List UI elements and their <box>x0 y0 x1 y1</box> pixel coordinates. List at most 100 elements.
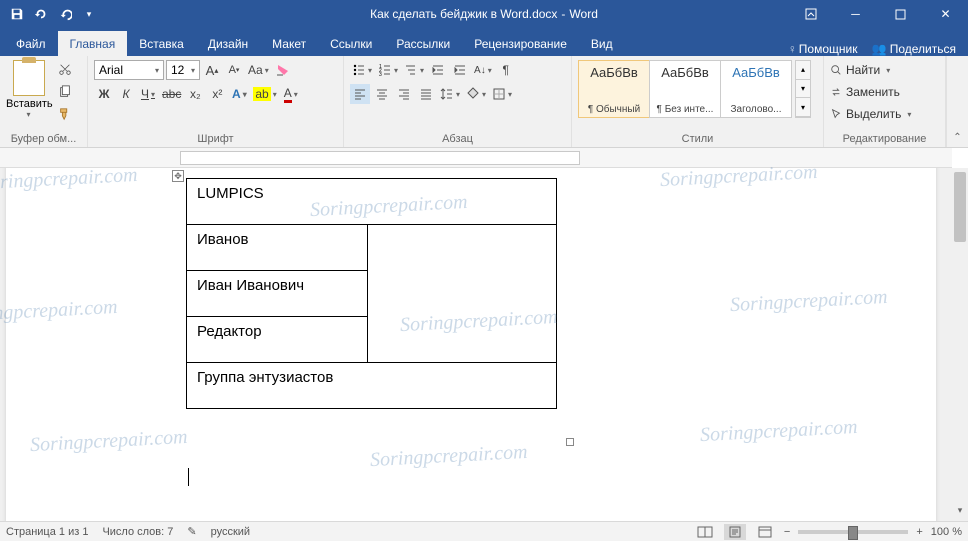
table-row: Иванов <box>187 225 557 271</box>
undo-button[interactable] <box>30 3 52 25</box>
subscript-button[interactable]: x₂ <box>185 84 205 104</box>
style-normal[interactable]: АаБбВв ¶ Обычный <box>578 60 650 118</box>
close-button[interactable]: ✕ <box>923 0 968 28</box>
table-resize-handle[interactable] <box>566 438 574 446</box>
decrease-indent-button[interactable] <box>428 60 448 80</box>
align-left-button[interactable] <box>350 84 370 104</box>
view-print-layout[interactable] <box>724 524 746 540</box>
style-no-spacing[interactable]: АаБбВв ¶ Без инте... <box>649 60 721 118</box>
horizontal-ruler[interactable] <box>0 148 952 168</box>
font-color-button[interactable]: A <box>281 84 301 104</box>
superscript-button[interactable]: x² <box>207 84 227 104</box>
group-label-clipboard: Буфер обм... <box>6 131 81 145</box>
qat-customize[interactable]: ▾ <box>78 3 100 25</box>
format-painter-button[interactable] <box>55 104 75 124</box>
tab-layout[interactable]: Макет <box>260 31 318 56</box>
cut-button[interactable] <box>55 60 75 80</box>
find-button[interactable]: Найти▾ <box>830 60 939 80</box>
select-button[interactable]: Выделить▾ <box>830 104 939 124</box>
save-button[interactable] <box>6 3 28 25</box>
text-cursor <box>188 468 189 486</box>
italic-button[interactable]: К <box>116 84 136 104</box>
view-web-layout[interactable] <box>754 524 776 540</box>
cell-company[interactable]: LUMPICS <box>187 179 557 225</box>
cell-position[interactable]: Редактор <box>187 317 368 363</box>
replace-button[interactable]: Заменить <box>830 82 939 102</box>
tab-view[interactable]: Вид <box>579 31 625 56</box>
group-label-editing: Редактирование <box>830 131 939 145</box>
cell-group[interactable]: Группа энтузиастов <box>187 363 557 409</box>
justify-button[interactable] <box>416 84 436 104</box>
group-paragraph: 123 A↓ ¶ Абзац <box>344 56 572 147</box>
borders-button[interactable] <box>490 84 514 104</box>
bullets-button[interactable] <box>350 60 374 80</box>
tell-me[interactable]: Помощник <box>788 42 858 56</box>
font-size-combo[interactable]: 12 <box>166 60 200 80</box>
tab-review[interactable]: Рецензирование <box>462 31 579 56</box>
numbering-button[interactable]: 123 <box>376 60 400 80</box>
scroll-down-arrow[interactable]: ▾ <box>952 505 968 521</box>
zoom-level[interactable]: 100 % <box>931 526 962 538</box>
ribbon-display-options[interactable] <box>788 0 833 28</box>
window-controls: ─ ✕ <box>788 0 968 28</box>
zoom-slider[interactable] <box>798 530 908 534</box>
group-font: Arial 12 A▴ A▾ Aa Ж К Ч abc x₂ x² A ab A… <box>88 56 344 147</box>
style-heading1[interactable]: АаБбВв Заголово... <box>720 60 792 118</box>
align-center-button[interactable] <box>372 84 392 104</box>
show-marks-button[interactable]: ¶ <box>496 60 516 80</box>
share-button[interactable]: Поделиться <box>871 42 956 56</box>
text-effects-button[interactable]: A <box>229 84 249 104</box>
strikethrough-button[interactable]: abc <box>160 84 183 104</box>
align-right-button[interactable] <box>394 84 414 104</box>
document-area: ✥ LUMPICS Иванов Иван Иванович Редактор … <box>0 168 968 521</box>
tab-design[interactable]: Дизайн <box>196 31 260 56</box>
highlight-button[interactable]: ab <box>251 84 278 104</box>
styles-gallery-scroll[interactable]: ▴▾▾ <box>795 60 811 118</box>
tab-insert[interactable]: Вставка <box>127 31 196 56</box>
tab-references[interactable]: Ссылки <box>318 31 384 56</box>
change-case-button[interactable]: Aa <box>246 60 271 80</box>
view-read-mode[interactable] <box>694 524 716 540</box>
title-separator: - <box>561 7 565 21</box>
font-name-combo[interactable]: Arial <box>94 60 164 80</box>
tab-home[interactable]: Главная <box>58 31 128 56</box>
cell-photo[interactable] <box>367 225 556 363</box>
group-editing: Найти▾ Заменить Выделить▾ Редактирование <box>824 56 946 147</box>
multilevel-list-button[interactable] <box>402 60 426 80</box>
status-proofing-icon[interactable]: ✎ <box>187 525 196 538</box>
redo-button[interactable] <box>54 3 76 25</box>
grow-font-button[interactable]: A▴ <box>202 60 222 80</box>
page[interactable]: ✥ LUMPICS Иванов Иван Иванович Редактор … <box>6 168 936 521</box>
tab-mailings[interactable]: Рассылки <box>384 31 462 56</box>
group-label-paragraph: Абзац <box>350 131 565 145</box>
table-move-handle[interactable]: ✥ <box>172 170 184 182</box>
status-page[interactable]: Страница 1 из 1 <box>6 526 88 538</box>
maximize-button[interactable] <box>878 0 923 28</box>
minimize-button[interactable]: ─ <box>833 0 878 28</box>
vertical-scrollbar[interactable]: ▾ <box>952 168 968 521</box>
scrollbar-thumb[interactable] <box>954 172 966 242</box>
document-name: Как сделать бейджик в Word.docx <box>370 7 557 21</box>
tab-file[interactable]: Файл <box>4 31 58 56</box>
clear-formatting-button[interactable] <box>273 60 293 80</box>
cell-lastname[interactable]: Иванов <box>187 225 368 271</box>
clipboard-icon <box>13 60 45 96</box>
cell-firstname[interactable]: Иван Иванович <box>187 271 368 317</box>
underline-button[interactable]: Ч <box>138 84 158 104</box>
paste-button[interactable]: Вставить ▾ <box>6 60 51 119</box>
status-word-count[interactable]: Число слов: 7 <box>102 526 173 538</box>
zoom-out-button[interactable]: − <box>784 526 790 538</box>
shrink-font-button[interactable]: A▾ <box>224 60 244 80</box>
title-bar: ▾ Как сделать бейджик в Word.docx - Word… <box>0 0 968 28</box>
quick-access-toolbar: ▾ <box>0 3 106 25</box>
copy-button[interactable] <box>55 82 75 102</box>
status-language[interactable]: русский <box>211 526 250 538</box>
bold-button[interactable]: Ж <box>94 84 114 104</box>
line-spacing-button[interactable] <box>438 84 462 104</box>
zoom-in-button[interactable]: + <box>916 526 922 538</box>
badge-table[interactable]: LUMPICS Иванов Иван Иванович Редактор Гр… <box>186 178 557 409</box>
shading-button[interactable] <box>464 84 488 104</box>
collapse-ribbon-button[interactable]: ⌃ <box>946 56 968 147</box>
increase-indent-button[interactable] <box>450 60 470 80</box>
sort-button[interactable]: A↓ <box>472 60 494 80</box>
